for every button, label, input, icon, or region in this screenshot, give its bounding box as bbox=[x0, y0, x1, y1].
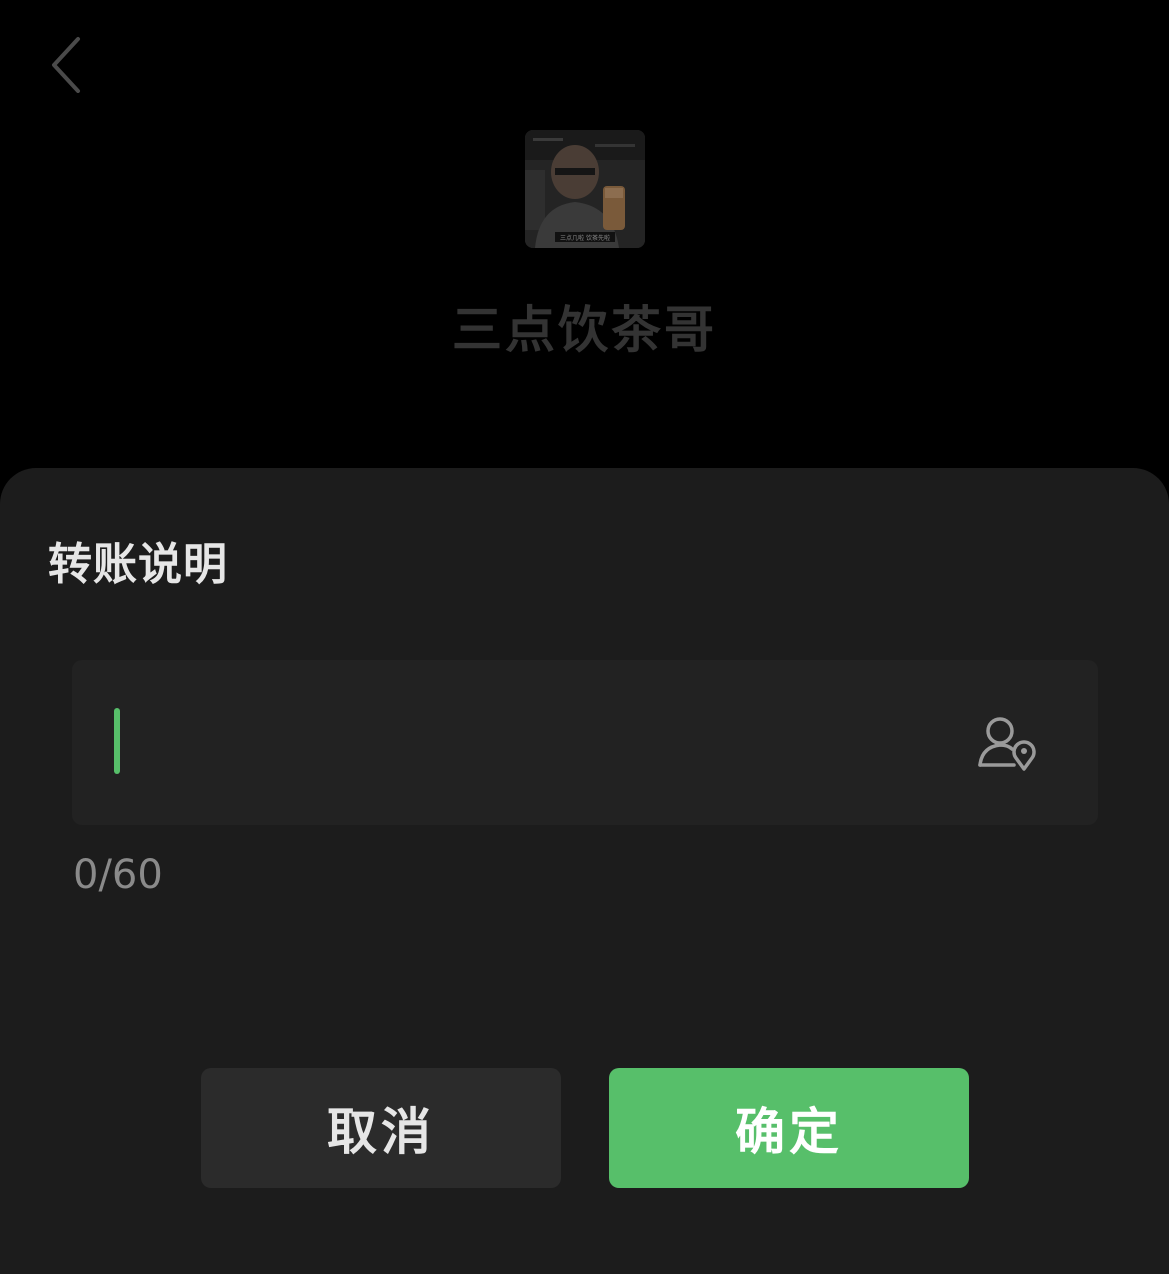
recipient-name: 三点饮茶哥 bbox=[452, 301, 717, 359]
chevron-left-icon bbox=[52, 37, 80, 93]
confirm-button[interactable]: 确定 bbox=[609, 1068, 969, 1188]
back-button[interactable] bbox=[36, 28, 96, 98]
cancel-button[interactable]: 取消 bbox=[201, 1068, 561, 1188]
char-counter: 0/60 bbox=[73, 852, 163, 898]
mention-button[interactable] bbox=[972, 710, 1044, 776]
person-location-icon bbox=[978, 717, 1036, 771]
avatar: 三点几啦 饮茶先啦 bbox=[525, 130, 645, 248]
note-input[interactable] bbox=[72, 660, 1098, 825]
avatar-caption: 三点几啦 饮茶先啦 bbox=[560, 234, 610, 242]
text-caret bbox=[114, 708, 120, 774]
transfer-page: 三点几啦 饮茶先啦 三点饮茶哥 转账说明 0/60 取消 确定 bbox=[0, 0, 1169, 1274]
sheet-title: 转账说明 bbox=[48, 539, 228, 590]
